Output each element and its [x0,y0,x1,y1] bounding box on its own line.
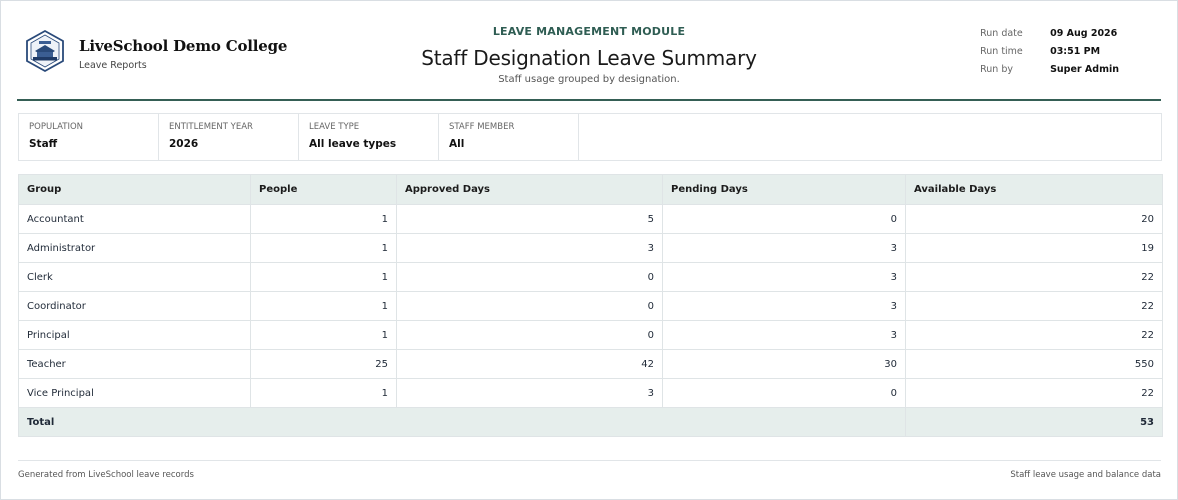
table-total-row: Total 53 [18,407,1163,437]
total-value: 53 [905,407,1163,437]
cell-approved-days: 0 [396,320,663,350]
cell-people: 1 [250,204,397,234]
total-label: Total [18,407,906,437]
cell-group: Clerk [18,262,251,292]
run-by-row: Run by Super Admin [980,64,1119,82]
table-row: Clerk 1 0 3 22 [18,262,1163,292]
table-row: Teacher 25 42 30 550 [18,349,1163,379]
leave-summary-table: Group People Approved Days Pending Days … [18,174,1163,437]
filter-population: POPULATION Staff [19,114,159,160]
run-date-value: 09 Aug 2026 [1050,28,1118,39]
filter-summary: POPULATION Staff ENTITLEMENT YEAR 2026 L… [18,113,1162,161]
cell-pending-days: 0 [662,204,906,234]
report-footer: Generated from LiveSchool leave records … [18,460,1161,480]
cell-people: 1 [250,233,397,263]
column-header-pending-days: Pending Days [662,174,906,205]
cell-available-days: 20 [905,204,1163,234]
cell-pending-days: 3 [662,262,906,292]
filter-label: POPULATION [29,122,83,132]
footer-description: Staff leave usage and balance data [1010,470,1161,480]
table-row: Coordinator 1 0 3 22 [18,291,1163,321]
run-date-label: Run date [980,28,1023,39]
column-header-available-days: Available Days [905,174,1163,205]
cell-pending-days: 3 [662,320,906,350]
cell-available-days: 550 [905,349,1163,379]
cell-people: 1 [250,320,397,350]
cell-pending-days: 3 [662,233,906,263]
filter-leave-type: LEAVE TYPE All leave types [299,114,439,160]
cell-approved-days: 3 [396,233,663,263]
column-header-approved-days: Approved Days [396,174,663,205]
filter-staff-member: STAFF MEMBER All [439,114,579,160]
cell-group: Accountant [18,204,251,234]
cell-available-days: 22 [905,320,1163,350]
cell-people: 1 [250,378,397,408]
run-time-label: Run time [980,46,1023,57]
table-row: Principal 1 0 3 22 [18,320,1163,350]
cell-approved-days: 0 [396,262,663,292]
cell-approved-days: 3 [396,378,663,408]
cell-group: Vice Principal [18,378,251,408]
report-page: LiveSchool Demo College Leave Reports LE… [0,0,1178,500]
table-row: Administrator 1 3 3 19 [18,233,1163,263]
cell-available-days: 22 [905,291,1163,321]
filter-value: All leave types [309,138,397,150]
filter-label: ENTITLEMENT YEAR [169,122,253,132]
run-by-label: Run by [980,64,1013,75]
cell-people: 25 [250,349,397,379]
column-header-people: People [250,174,397,205]
footer-source: Generated from LiveSchool leave records [18,470,194,480]
table-header-row: Group People Approved Days Pending Days … [18,174,1163,205]
filter-entitlement-year: ENTITLEMENT YEAR 2026 [159,114,299,160]
filter-value: All [449,138,465,150]
cell-approved-days: 0 [396,291,663,321]
run-time-row: Run time 03:51 PM [980,46,1119,64]
cell-available-days: 19 [905,233,1163,263]
report-header: LiveSchool Demo College Leave Reports LE… [17,1,1161,101]
table-row: Accountant 1 5 0 20 [18,204,1163,234]
table-row: Vice Principal 1 3 0 22 [18,378,1163,408]
filter-value: Staff [29,138,58,150]
run-info: Run date 09 Aug 2026 Run time 03:51 PM R… [980,28,1119,82]
filter-value: 2026 [169,138,199,150]
cell-group: Administrator [18,233,251,263]
cell-approved-days: 42 [396,349,663,379]
filter-label: LEAVE TYPE [309,122,360,132]
cell-pending-days: 0 [662,378,906,408]
cell-available-days: 22 [905,378,1163,408]
cell-pending-days: 3 [662,291,906,321]
cell-group: Principal [18,320,251,350]
run-time-value: 03:51 PM [1050,46,1101,57]
cell-approved-days: 5 [396,204,663,234]
run-date-row: Run date 09 Aug 2026 [980,28,1119,46]
run-by-value: Super Admin [1050,64,1119,75]
cell-group: Coordinator [18,291,251,321]
cell-available-days: 22 [905,262,1163,292]
column-header-group: Group [18,174,251,205]
cell-people: 1 [250,291,397,321]
cell-group: Teacher [18,349,251,379]
cell-people: 1 [250,262,397,292]
cell-pending-days: 30 [662,349,906,379]
filter-label: STAFF MEMBER [449,122,515,132]
